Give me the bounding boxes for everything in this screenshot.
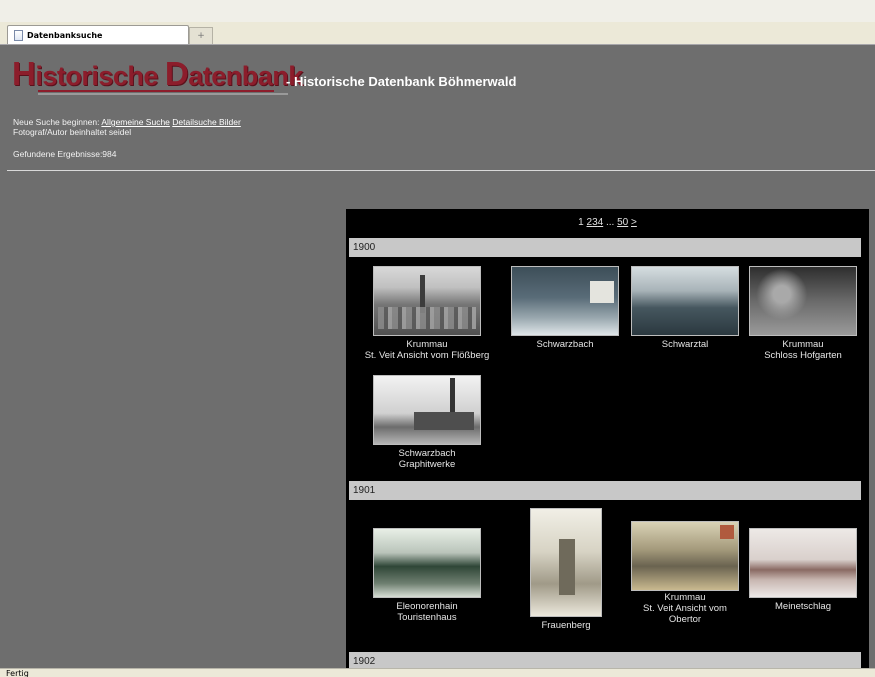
new-search-line: Neue Suche beginnen: Allgemeine Suche De… xyxy=(13,117,241,127)
page-content: Historische Datenbank - Historische Date… xyxy=(7,45,875,668)
thumbnail-image[interactable] xyxy=(631,266,739,336)
item-caption: Schwarzbach xyxy=(398,448,456,459)
search-info: Neue Suche beginnen: Allgemeine Suche De… xyxy=(13,117,241,159)
logo[interactable]: Historische Datenbank xyxy=(12,55,303,99)
detail-search-link[interactable]: Detailsuche Bilder xyxy=(172,117,241,127)
item-caption: Krummau xyxy=(782,339,824,350)
tab-strip: Datenbanksuche + xyxy=(0,22,875,45)
result-item[interactable]: Eleonorenhain Touristenhaus xyxy=(373,528,481,623)
page-ellipsis: ... xyxy=(605,217,615,228)
page-current: 1 xyxy=(578,217,584,228)
image-detail xyxy=(590,281,614,303)
logo-underline xyxy=(38,90,274,92)
item-caption: Schwarztal xyxy=(661,339,709,350)
item-caption: St. Veit Ansicht vom Flößberg xyxy=(364,350,490,361)
item-caption: Obertor xyxy=(668,614,702,625)
page-icon xyxy=(14,29,23,41)
thumbnail-image[interactable] xyxy=(373,266,481,336)
divider xyxy=(7,170,875,171)
general-search-link[interactable]: Allgemeine Suche xyxy=(101,117,170,127)
tab-title: Datenbanksuche xyxy=(27,30,103,40)
item-caption: Touristenhaus xyxy=(397,612,457,623)
page-next[interactable]: > xyxy=(631,217,637,228)
results-count: Gefundene Ergebnisse:984 xyxy=(13,149,117,159)
result-item[interactable]: Schwarztal xyxy=(631,266,739,350)
logo-text: Historische Datenbank xyxy=(12,55,303,93)
image-detail xyxy=(720,525,734,539)
new-search-label: Neue Suche beginnen: xyxy=(13,117,102,127)
item-caption: Schloss Hofgarten xyxy=(764,350,842,361)
item-caption: Krummau xyxy=(664,592,706,603)
year-header-1900: 1900 xyxy=(349,238,861,257)
item-caption: Graphitwerke xyxy=(398,459,456,470)
logo-underline-shadow xyxy=(38,93,288,95)
image-detail xyxy=(414,412,474,430)
logo-mid: istorische xyxy=(35,61,165,91)
thumbnail-image[interactable] xyxy=(631,521,739,591)
status-bar: Fertig xyxy=(0,668,875,677)
image-detail xyxy=(378,307,476,329)
tab-datenbanksuche[interactable]: Datenbanksuche xyxy=(7,25,189,44)
image-detail xyxy=(559,539,575,595)
logo-first-cap: H xyxy=(12,55,36,92)
plus-icon: + xyxy=(197,31,205,41)
result-item[interactable]: Schwarzbach Graphitwerke xyxy=(373,375,481,470)
search-filter: Fotograf/Autor beinhaltet seidel xyxy=(13,127,132,137)
thumbnail-image[interactable] xyxy=(530,508,602,617)
results-panel: 1 234 ... 50 > 1900 Krummau St. Veit Ans… xyxy=(346,209,869,668)
item-caption: Eleonorenhain xyxy=(396,601,458,612)
browser-toolbar xyxy=(0,0,875,22)
year-header-1901: 1901 xyxy=(349,481,861,500)
item-caption: St. Veit Ansicht vom xyxy=(643,603,727,614)
thumbnail-image[interactable] xyxy=(373,528,481,598)
thumbnail-image[interactable] xyxy=(373,375,481,445)
logo-second-cap: D xyxy=(164,55,189,92)
year-header-1902: 1902 xyxy=(349,652,861,668)
page-title: - Historische Datenbank Böhmerwald xyxy=(286,74,517,89)
pagination: 1 234 ... 50 > xyxy=(346,217,869,228)
item-caption: Schwarzbach xyxy=(536,339,594,350)
status-text: Fertig xyxy=(6,669,29,677)
item-caption: Frauenberg xyxy=(541,620,591,631)
result-item[interactable]: Schwarzbach xyxy=(511,266,619,350)
page-link-last[interactable]: 50 xyxy=(617,217,628,228)
result-item[interactable]: Frauenberg xyxy=(530,508,602,631)
thumbnail-image[interactable] xyxy=(511,266,619,336)
item-caption: Krummau xyxy=(406,339,448,350)
result-item[interactable]: Meinetschlag xyxy=(749,528,857,612)
new-tab-button[interactable]: + xyxy=(189,27,213,44)
thumbnail-image[interactable] xyxy=(749,528,857,598)
result-item[interactable]: Krummau St. Veit Ansicht vom Flößberg xyxy=(351,266,503,361)
item-caption: Meinetschlag xyxy=(775,601,831,612)
page-link-4[interactable]: 4 xyxy=(598,217,604,228)
thumbnail-image[interactable] xyxy=(749,266,857,336)
result-item[interactable]: Krummau St. Veit Ansicht vom Obertor xyxy=(631,521,739,625)
result-item[interactable]: Krummau Schloss Hofgarten xyxy=(749,266,857,361)
